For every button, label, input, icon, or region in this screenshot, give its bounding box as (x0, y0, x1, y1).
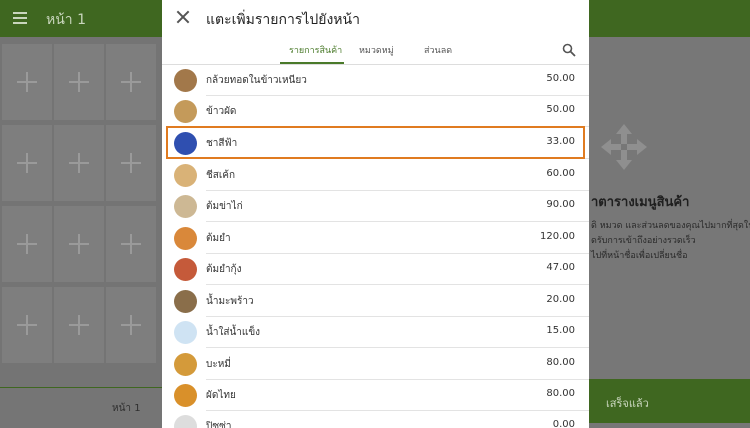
list-item[interactable]: บะหมี่ 80.00 (162, 349, 589, 380)
item-price: 50.00 (546, 104, 575, 115)
empty-tile[interactable] (54, 287, 104, 363)
item-price: 60.00 (546, 168, 575, 179)
done-button-label: เสร็จแล้ว (606, 397, 649, 410)
info-panel (589, 37, 750, 388)
plus-icon (69, 72, 89, 92)
item-price: 15.00 (546, 325, 575, 336)
info-line: ไปที่หน้าชื่อเพื่อเปลี่ยนชื่อ (591, 251, 688, 261)
plus-icon (69, 153, 89, 173)
item-price: 80.00 (546, 357, 575, 368)
empty-tile[interactable] (106, 125, 156, 201)
list-item[interactable]: ต้มยำกุ้ง 47.00 (162, 254, 589, 285)
tab-categories[interactable]: หมวดหมู่ (359, 43, 394, 57)
list-item[interactable]: ต้มยำ 120.00 (162, 223, 589, 254)
plus-icon (121, 315, 141, 335)
active-tab-indicator (280, 62, 344, 64)
item-thumbnail (174, 100, 197, 123)
item-name: ชีสเค้ก (206, 170, 236, 181)
empty-tile[interactable] (106, 287, 156, 363)
item-name: น้ำมะพร้าว (206, 296, 254, 307)
item-price: 47.00 (546, 262, 575, 273)
selected-item-highlight (166, 126, 585, 159)
item-price: 90.00 (546, 199, 575, 210)
tab-items[interactable]: รายการสินค้า (289, 43, 342, 57)
plus-icon (17, 153, 37, 173)
item-thumbnail (174, 415, 197, 428)
item-price: 80.00 (546, 388, 575, 399)
empty-tile[interactable] (54, 206, 104, 282)
list-item[interactable]: ชีสเค้ก 60.00 (162, 160, 589, 191)
page-title: หน้า 1 (46, 12, 87, 28)
divider (206, 221, 589, 222)
list-item[interactable]: น้ำใส่น้ำแข็ง 15.00 (162, 317, 589, 348)
item-name: น้ำใส่น้ำแข็ง (206, 327, 261, 338)
item-thumbnail (174, 290, 197, 313)
divider (206, 284, 589, 285)
item-name: ต้มยำ (206, 233, 231, 244)
empty-tile[interactable] (106, 206, 156, 282)
dialog-title: แตะเพิ่มรายการไปยังหน้า (206, 12, 360, 28)
item-thumbnail (174, 384, 197, 407)
item-name: ต้มยำกุ้ง (206, 264, 242, 275)
menu-icon[interactable] (13, 12, 27, 24)
plus-icon (121, 153, 141, 173)
item-thumbnail (174, 321, 197, 344)
empty-tile[interactable] (2, 44, 52, 120)
dialog-tabs: รายการสินค้า หมวดหมู่ ส่วนลด (162, 37, 589, 65)
item-name: ปิซซ่า (206, 421, 232, 428)
empty-tile[interactable] (54, 125, 104, 201)
item-price: 50.00 (546, 73, 575, 84)
item-thumbnail (174, 195, 197, 218)
plus-icon (121, 72, 141, 92)
item-thumbnail (174, 164, 197, 187)
item-name: ต้มข่าไก่ (206, 201, 243, 212)
item-thumbnail (174, 69, 197, 92)
move-arrows-icon (601, 124, 647, 170)
plus-icon (69, 234, 89, 254)
close-icon[interactable] (176, 10, 190, 24)
divider (206, 347, 589, 348)
item-thumbnail (174, 353, 197, 376)
plus-icon (17, 315, 37, 335)
empty-tile[interactable] (2, 206, 52, 282)
item-thumbnail (174, 258, 197, 281)
add-item-dialog: แตะเพิ่มรายการไปยังหน้า รายการสินค้า หมว… (162, 0, 589, 428)
list-item[interactable]: น้ำมะพร้าว 20.00 (162, 286, 589, 317)
info-line: ดรับการเข้าถึงอย่างรวดเร็ว (591, 236, 696, 246)
list-item[interactable]: ข้าวผัด 50.00 (162, 96, 589, 127)
item-name: ข้าวผัด (206, 106, 237, 117)
list-item[interactable]: ต้มข่าไก่ 90.00 (162, 191, 589, 222)
empty-tile[interactable] (2, 287, 52, 363)
empty-tile[interactable] (54, 44, 104, 120)
dialog-header: แตะเพิ่มรายการไปยังหน้า (162, 0, 589, 37)
item-name: ผัดไทย (206, 390, 236, 401)
tab-discounts[interactable]: ส่วนลด (424, 43, 452, 57)
item-thumbnail (174, 227, 197, 250)
item-name: บะหมี่ (206, 359, 231, 370)
item-price: 120.00 (540, 231, 575, 242)
search-icon[interactable] (562, 43, 576, 57)
item-name: กล้วยทอดในข้าวเหนียว (206, 75, 307, 86)
info-line: ดิ หมวด และส่วนลดของคุณไปมากที่สุดใน (591, 221, 750, 231)
item-price: 20.00 (546, 294, 575, 305)
empty-tile[interactable] (2, 125, 52, 201)
item-price: 0.00 (552, 419, 575, 428)
list-item[interactable]: ปิซซ่า 0.00 (162, 411, 589, 428)
plus-icon (121, 234, 141, 254)
plus-icon (69, 315, 89, 335)
plus-icon (17, 72, 37, 92)
list-item[interactable]: กล้วยทอดในข้าวเหนียว 50.00 (162, 65, 589, 96)
plus-icon (17, 234, 37, 254)
empty-tile[interactable] (106, 44, 156, 120)
page-tab[interactable]: หน้า 1 (112, 401, 141, 416)
info-heading: าตารางเมนูสินค้า (591, 195, 690, 210)
list-item[interactable]: ผัดไทย 80.00 (162, 380, 589, 411)
